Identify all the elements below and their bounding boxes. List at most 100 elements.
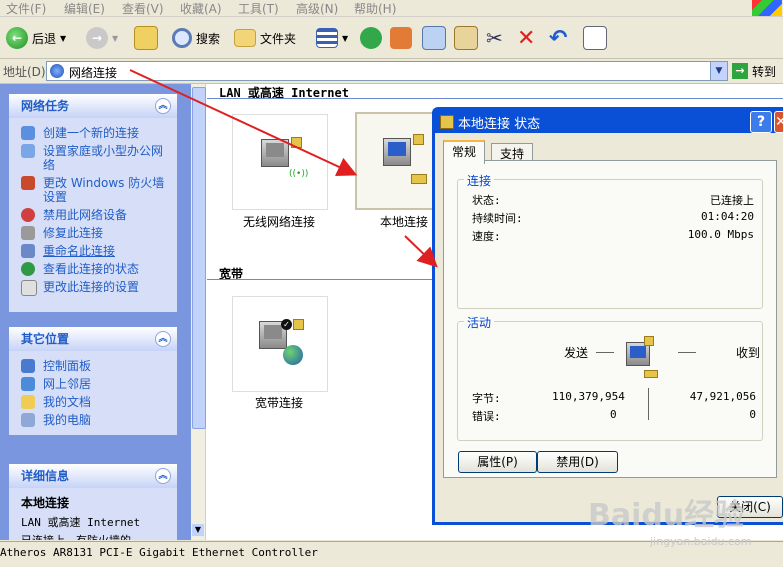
tab-general[interactable]: 常规 [443,140,486,164]
help-button[interactable]: ? [750,111,772,133]
up-button[interactable] [134,24,158,52]
go-button[interactable]: → 转到 [732,61,776,81]
task-create-connection[interactable]: 创建一个新的连接 [9,124,177,142]
folders-button[interactable]: 文件夹 [234,24,296,52]
views-button[interactable]: ▼ [316,24,348,52]
details-header[interactable]: 详细信息 ︽ [9,464,177,488]
address-label: 地址(D) [3,65,46,79]
dialog-network-icon [440,115,454,129]
status-value: 已连接上 [710,194,754,207]
folders-label: 文件夹 [260,31,297,46]
received-label: 收到 [736,346,761,360]
task-repair-connection[interactable]: 修复此连接 [9,224,177,242]
baidu-watermark-url: jingyan.baidu.com [650,535,752,548]
cut-button[interactable]: ✂ [486,24,503,52]
lan-connection-icon [383,138,411,166]
menu-help[interactable]: 帮助(H) [354,0,396,17]
checkmark-icon: ✓ [281,319,292,330]
place-my-computer[interactable]: 我的电脑 [9,411,177,429]
other-places-title: 其它位置 [21,332,70,346]
my-computer-icon [21,413,35,427]
menu-file[interactable]: 文件(F) [6,0,46,17]
delete-icon: ✕ [517,25,536,51]
refresh-button[interactable] [360,24,382,52]
back-label: 后退 [32,31,57,46]
task-rename-connection[interactable]: 重命名此连接 [9,242,177,260]
baidu-watermark: Baidu经验 [588,498,745,533]
new-connection-icon [21,126,35,140]
network-tasks-header[interactable]: 网络任务 ︽ [9,94,177,118]
home-network-icon [21,144,35,158]
globe-icon [283,345,303,365]
paste-button[interactable] [454,24,478,52]
menu-tools[interactable]: 工具(T) [238,0,279,17]
other-places-header[interactable]: 其它位置 ︽ [9,327,177,351]
settings-icon [21,280,37,296]
back-button[interactable]: ← 后退 ▼ [6,24,66,52]
place-control-panel[interactable]: 控制面板 [9,357,177,375]
copy-button[interactable] [422,24,446,52]
menu-edit[interactable]: 编辑(E) [64,0,105,17]
close-window-button[interactable]: ✕ [774,111,783,133]
address-input[interactable]: 网络连接 ▼ [46,61,728,81]
properties-toolbar-button[interactable] [583,24,607,52]
details-title: 详细信息 [21,469,70,483]
address-dropdown-button[interactable]: ▼ [710,62,727,80]
lock-icon [293,319,304,330]
firewall-icon [21,176,35,190]
folder-up-icon [134,26,158,50]
task-change-settings[interactable]: 更改此连接的设置 [9,278,177,296]
connection-status-dialog: 本地连接 状态 ? ✕ 常规 支持 连接 状态: 已连接上 持续时间: 01:0… [432,107,783,525]
task-change-firewall[interactable]: 更改 Windows 防火墙设置 [9,174,177,206]
wireless-network-icon [261,139,289,167]
place-network-neighborhood[interactable]: 网上邻居 [9,375,177,393]
status-label: 状态: [472,194,501,207]
properties-icon [583,26,607,50]
network-cable-icon [411,174,427,184]
broadband-connection-label[interactable]: 宽带连接 [219,394,339,411]
forward-button[interactable]: → ▼ [86,24,118,52]
collapse-icon[interactable]: ︽ [155,331,171,347]
details-name: 本地连接 [21,496,70,510]
collapse-icon[interactable]: ︽ [155,98,171,114]
disable-button[interactable]: 禁用(D) [537,451,618,473]
bytes-sent-value: 110,379,954 [552,390,625,403]
menu-view[interactable]: 查看(V) [122,0,164,17]
menu-bar: 文件(F) 编辑(E) 查看(V) 收藏(A) 工具(T) 高级(N) 帮助(H… [0,0,783,17]
connection-group: 连接 状态: 已连接上 持续时间: 01:04:20 速度: 100.0 Mbp… [457,172,763,309]
task-setup-home-network[interactable]: 设置家庭或小型办公网络 [9,142,177,174]
chevron-down-icon: ▼ [342,33,349,43]
toolbar: ← 后退 ▼ → ▼ 搜索 文件夹 ▼ ✂ ✕ ↶ [0,18,783,59]
undo-button[interactable]: ↶ [549,24,567,52]
task-disable-device[interactable]: 禁用此网络设备 [9,206,177,224]
bytes-received-value: 47,921,056 [689,390,756,403]
scrollbar-thumb[interactable] [192,87,206,429]
details-panel: 详细信息 ︽ 本地连接 LAN 或高速 Internet 已连接上，有防火墙的 [9,464,177,540]
collapse-icon[interactable]: ︽ [155,468,171,484]
control-panel-icon [21,359,35,373]
task-view-status[interactable]: 查看此连接的状态 [9,260,177,278]
home-button[interactable] [390,24,412,52]
place-my-documents[interactable]: 我的文档 [9,393,177,411]
search-button[interactable]: 搜索 [172,24,220,52]
wireless-connection-label[interactable]: 无线网络连接 [219,213,339,230]
sent-line [596,352,614,353]
errors-sent-value: 0 [610,408,617,421]
chevron-down-icon: ▼ [112,33,119,43]
menu-favorites[interactable]: 收藏(A) [180,0,222,17]
go-label: 转到 [752,64,777,79]
duration-label: 持续时间: [472,212,523,225]
vertical-scrollbar[interactable]: ▼ [191,84,206,540]
errors-label: 错误: [472,410,501,423]
address-bar: 地址(D) 网络连接 ▼ → 转到 [0,59,783,84]
properties-button[interactable]: 属性(P) [458,451,537,473]
menu-advanced[interactable]: 高级(N) [296,0,338,17]
details-type: LAN 或高速 Internet [21,516,141,529]
rename-icon [21,244,35,258]
scroll-down-icon[interactable]: ▼ [192,524,204,536]
section-divider [207,98,783,99]
search-label: 搜索 [196,31,221,46]
broadband-connection-tile[interactable]: ✓ [232,296,328,392]
wireless-connection-tile[interactable]: ((•)) [232,114,328,210]
delete-button[interactable]: ✕ [517,24,535,52]
